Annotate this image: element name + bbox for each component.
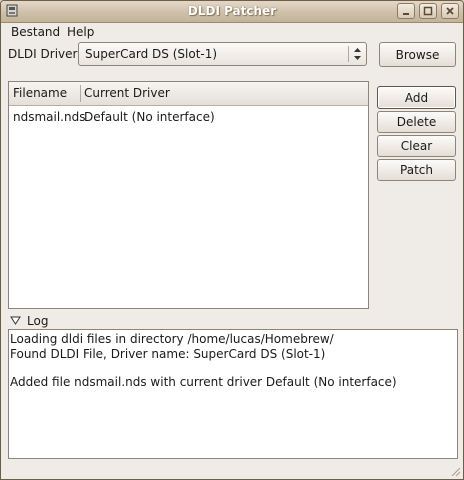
log-line: Loading dldi files in directory /home/lu… (10, 332, 334, 346)
browse-button-label: Browse (395, 48, 440, 62)
expander-icon (10, 316, 21, 325)
row-current-driver: Default (No interface) (84, 110, 215, 124)
menu-help[interactable]: Help (67, 25, 94, 39)
column-separator[interactable] (80, 85, 81, 102)
delete-button-label: Delete (396, 115, 437, 129)
menu-bestand[interactable]: Bestand (11, 25, 60, 39)
patch-button-label: Patch (400, 163, 433, 177)
window-title: DLDI Patcher (187, 4, 277, 18)
patch-button[interactable]: Patch (377, 159, 456, 181)
resize-grip-icon[interactable] (449, 465, 461, 477)
file-list-header: Filename Current Driver (9, 82, 368, 106)
combo-arrows-icon (354, 48, 361, 60)
dldi-driver-label: DLDI Driver: (8, 47, 82, 61)
add-button-label: Add (404, 91, 429, 105)
close-icon (446, 7, 454, 15)
log-line: Found DLDI File, Driver name: SuperCard … (10, 347, 326, 361)
log-label: Log (27, 314, 49, 328)
log-line: Added file ndsmail.nds with current driv… (10, 375, 397, 389)
minimize-icon (403, 13, 409, 15)
minimize-button[interactable] (397, 3, 415, 19)
maximize-button[interactable] (419, 3, 437, 19)
add-button[interactable]: Add (377, 86, 456, 109)
column-header-filename[interactable]: Filename (13, 86, 67, 100)
menu-bar: Bestand Help (1, 23, 463, 43)
close-button[interactable] (441, 3, 459, 19)
combo-separator (348, 46, 349, 62)
title-bar[interactable]: DLDI Patcher (1, 1, 463, 23)
column-header-current-driver[interactable]: Current Driver (84, 86, 170, 100)
log-textview[interactable]: Loading dldi files in directory /home/lu… (8, 329, 458, 459)
clear-button[interactable]: Clear (377, 135, 456, 157)
dldi-driver-select[interactable]: SuperCard DS (Slot-1) (78, 42, 367, 66)
clear-button-label: Clear (400, 139, 433, 153)
dldi-patcher-window: DLDI Patcher Bestand Help DLDI Driver: S… (0, 0, 464, 480)
browse-button[interactable]: Browse (379, 42, 456, 67)
file-list[interactable]: Filename Current Driver ndsmail.nds Defa… (8, 81, 369, 309)
delete-button[interactable]: Delete (377, 111, 456, 133)
dldi-driver-value: SuperCard DS (Slot-1) (85, 47, 218, 61)
row-filename: ndsmail.nds (13, 110, 86, 124)
maximize-icon (423, 6, 433, 16)
